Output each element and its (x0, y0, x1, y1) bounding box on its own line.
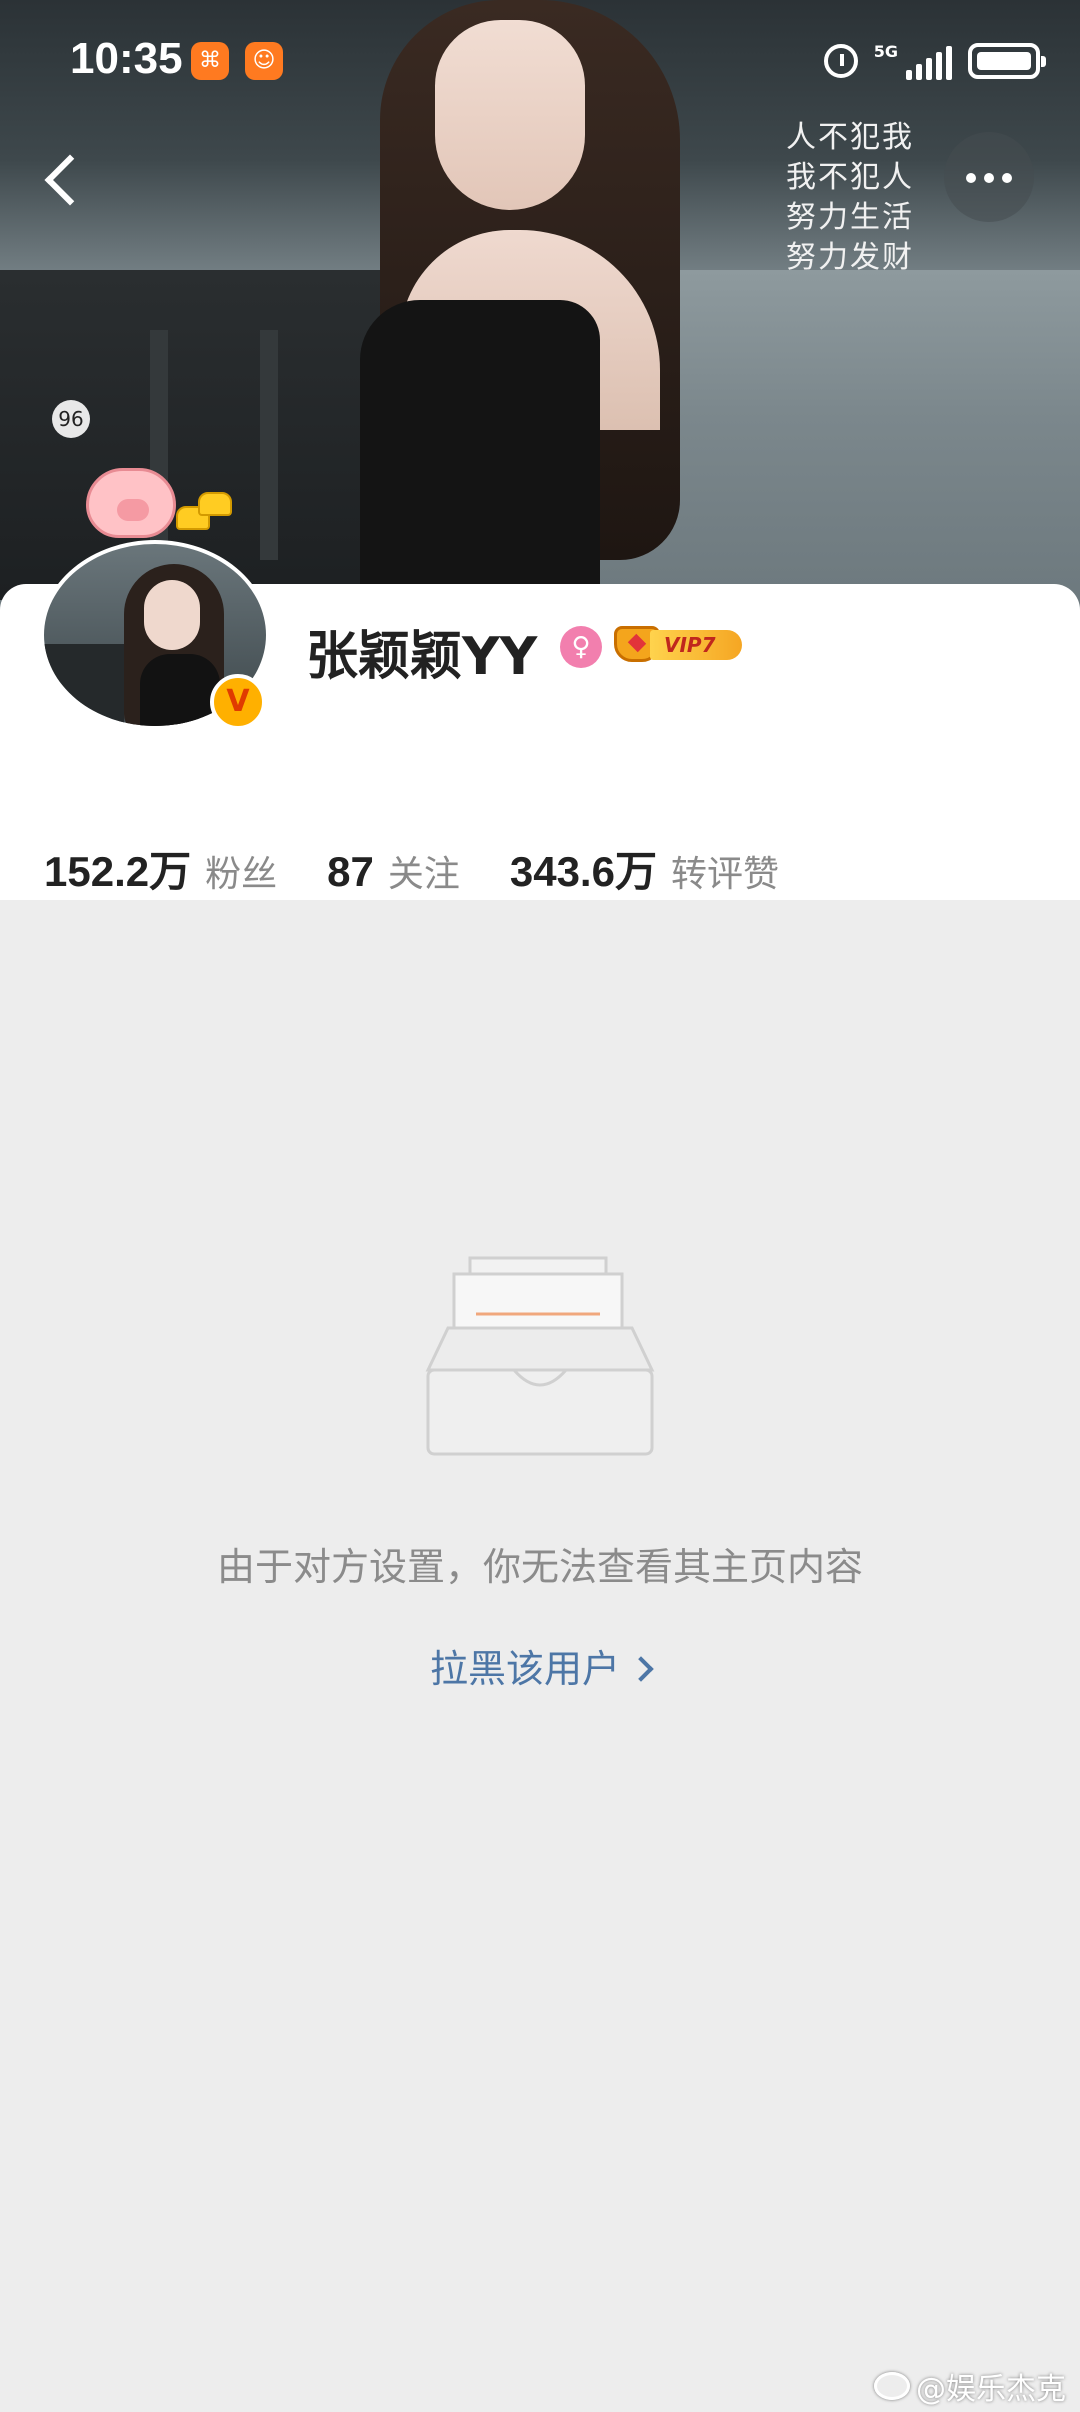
battery-icon (968, 43, 1046, 79)
watermark-text: @娱乐杰克 (916, 2372, 1066, 2407)
profile-stats: 152.2万 粉丝 87 关注 343.6万 转评赞 (44, 838, 829, 898)
block-user-label: 拉黑该用户 (429, 1647, 620, 1691)
chevron-left-icon (44, 154, 96, 206)
engagement-count: 343.6万 (509, 848, 657, 895)
weibo-logo-icon (874, 2372, 910, 2400)
taobao-app-icon: ☺ (245, 42, 283, 80)
watermark: @娱乐杰克 (874, 2364, 1066, 2408)
status-time: 10:35 (70, 34, 183, 83)
cover-overlay-text: 人不犯我 我不犯人 努力生活 努力发财 (780, 118, 920, 278)
status-bar: 10:35 ⌘ ☺ 5G (0, 0, 1080, 120)
boat-sign: 96 (52, 400, 90, 438)
following-stat[interactable]: 87 关注 (327, 845, 460, 897)
back-button[interactable] (30, 140, 96, 220)
avatar-container[interactable]: V (40, 468, 276, 740)
vip-badge[interactable]: VIP7 (614, 620, 744, 668)
network-type-label: 5G (873, 42, 898, 61)
more-dots-icon (966, 173, 976, 183)
cover-text-line: 我不犯人 (786, 160, 914, 195)
following-label: 关注 (387, 854, 460, 895)
verified-v-badge-icon: V (210, 674, 266, 730)
empty-state-message: 由于对方设置，你无法查看其主页内容 (216, 1545, 863, 1589)
alarm-icon (823, 44, 858, 78)
engagement-label: 转评赞 (670, 854, 779, 895)
followers-stat[interactable]: 152.2万 粉丝 (44, 838, 277, 899)
following-count: 87 (327, 848, 374, 895)
block-user-link[interactable]: 拉黑该用户 (0, 1638, 1080, 1693)
pig-decoration-icon (86, 468, 176, 538)
signal-icon: 5G (874, 42, 952, 80)
engagement-stat[interactable]: 343.6万 转评赞 (510, 838, 779, 899)
empty-inbox-icon (425, 1256, 655, 1456)
game-app-icon: ⌘ (191, 42, 229, 80)
vip-level-label: VIP7 (650, 630, 742, 660)
boat-post (260, 330, 278, 560)
status-icons: 5G (823, 38, 1046, 84)
cover-text-line: 人不犯我 (786, 120, 914, 155)
female-gender-icon: ♀ (560, 626, 602, 668)
profile-username: 张颖颖YY (306, 627, 538, 687)
gold-ingot-decoration-icon (176, 492, 232, 532)
cover-text-line: 努力生活 (786, 200, 914, 235)
more-options-button[interactable] (944, 132, 1034, 222)
cover-text-line: 努力发财 (786, 240, 914, 275)
chevron-right-icon (628, 1655, 654, 1682)
followers-label: 粉丝 (205, 854, 278, 895)
followers-count: 152.2万 (44, 848, 192, 895)
